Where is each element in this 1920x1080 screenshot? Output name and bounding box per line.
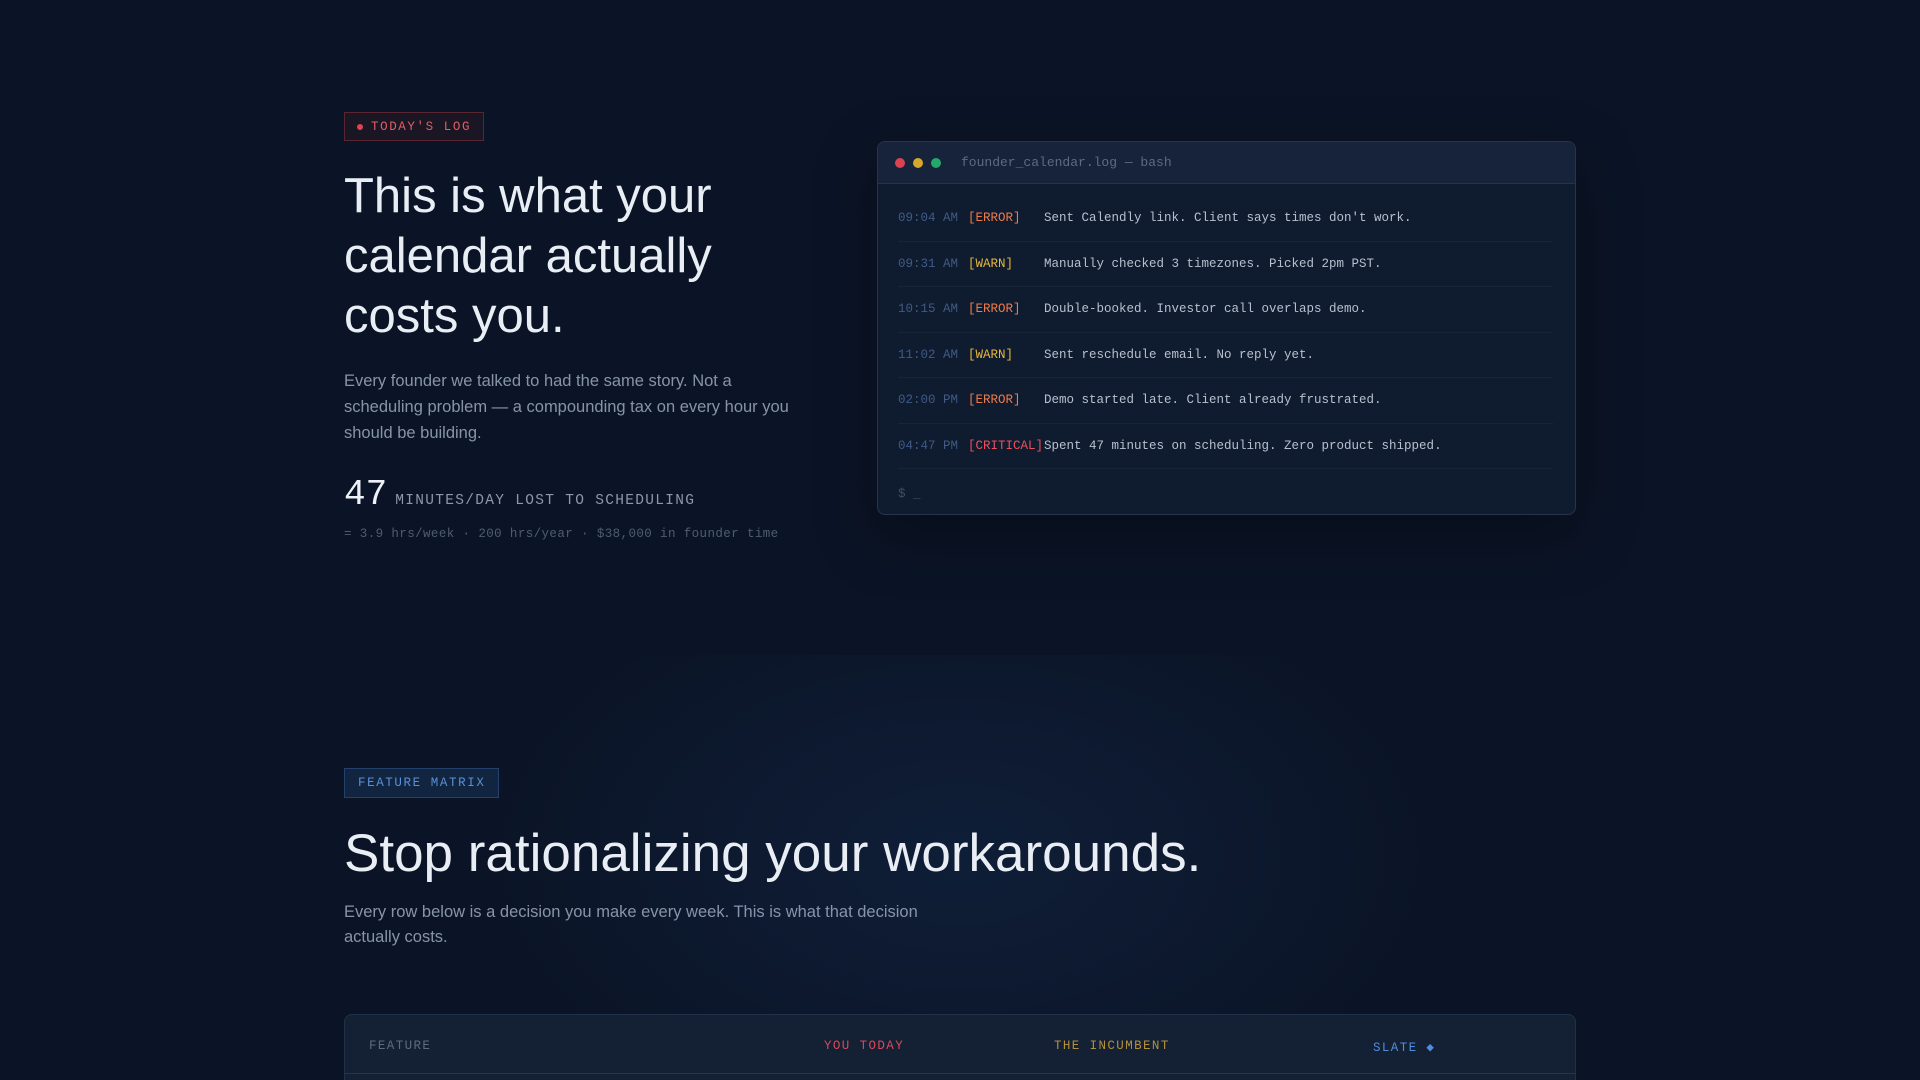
column-header-incumbent: THE INCUMBENT bbox=[1054, 1039, 1170, 1053]
maximize-dot-icon[interactable] bbox=[931, 157, 941, 168]
log-message: Spent 47 minutes on scheduling. Zero pro… bbox=[1044, 438, 1442, 453]
log-level: [ERROR] bbox=[968, 302, 1021, 317]
feature-matrix-description: Every row below is a decision you make e… bbox=[344, 903, 918, 946]
log-line: 11:02 AM [WARN] Sent reschedule email. N… bbox=[898, 333, 1553, 378]
terminal-title: founder_calendar.log — bash bbox=[961, 155, 1172, 170]
log-level: [CRITICAL] bbox=[968, 438, 1044, 453]
todays-log-badge: TODAY'S LOG bbox=[344, 112, 485, 141]
terminal-window: founder_calendar.log — bash 09:04 AM [ER… bbox=[877, 141, 1576, 515]
log-time: 09:04 AM bbox=[898, 211, 959, 226]
log-time: 11:02 AM bbox=[898, 347, 959, 362]
log-time: 04:47 PM bbox=[898, 438, 959, 453]
column-header-slate: SLATE ◆ bbox=[1373, 1041, 1436, 1055]
log-level: [ERROR] bbox=[968, 211, 1021, 226]
minimize-dot-icon[interactable] bbox=[913, 157, 923, 168]
log-message: Sent reschedule email. No reply yet. bbox=[1044, 347, 1315, 362]
log-line: 09:31 AM [WARN] Manually checked 3 timez… bbox=[898, 242, 1553, 287]
log-message: Double-booked. Investor call overlaps de… bbox=[1044, 302, 1367, 317]
column-header-feature: FEATURE bbox=[369, 1039, 432, 1053]
terminal-body: 09:04 AM [ERROR] Sent Calendly link. Cli… bbox=[878, 184, 1575, 501]
log-message: Demo started late. Client already frustr… bbox=[1044, 393, 1382, 408]
log-line: 10:15 AM [ERROR] Double-booked. Investor… bbox=[898, 287, 1553, 333]
log-level: [ERROR] bbox=[968, 393, 1021, 408]
log-line: 09:04 AM [ERROR] Sent Calendly link. Cli… bbox=[898, 196, 1553, 242]
stat-number: 47 bbox=[344, 474, 388, 515]
hero-title: This is what your calendar actually cost… bbox=[344, 169, 712, 343]
terminal-prompt[interactable]: $ _ bbox=[898, 487, 1553, 501]
log-level: [WARN] bbox=[968, 256, 1014, 271]
terminal-titlebar: founder_calendar.log — bash bbox=[878, 142, 1575, 184]
log-time: 09:31 AM bbox=[898, 256, 959, 271]
log-time: 10:15 AM bbox=[898, 302, 959, 317]
todays-log-label: TODAY'S LOG bbox=[371, 119, 472, 134]
log-line: 04:47 PM [CRITICAL] Spent 47 minutes on … bbox=[898, 424, 1553, 469]
status-dot-icon bbox=[357, 123, 363, 130]
stat-subtext: = 3.9 hrs/week · 200 hrs/year · $38,000 … bbox=[344, 527, 779, 541]
log-time: 02:00 PM bbox=[898, 393, 959, 408]
stat-label: MINUTES/DAY LOST TO SCHEDULING bbox=[395, 493, 696, 509]
log-level: [WARN] bbox=[968, 347, 1014, 362]
hero-description: Every founder we talked to had the same … bbox=[344, 372, 789, 442]
feature-matrix-title: Stop rationalizing your workarounds. bbox=[344, 824, 1202, 883]
log-line: 02:00 PM [ERROR] Demo started late. Clie… bbox=[898, 378, 1553, 424]
stat-row: 47 MINUTES/DAY LOST TO SCHEDULING bbox=[344, 474, 695, 515]
table-header-row: FEATURE YOU TODAY THE INCUMBENT SLATE ◆ bbox=[345, 1015, 1575, 1074]
log-message: Manually checked 3 timezones. Picked 2pm… bbox=[1044, 256, 1382, 271]
feature-matrix-badge: FEATURE MATRIX bbox=[344, 768, 500, 798]
column-header-you-today: YOU TODAY bbox=[824, 1039, 905, 1053]
feature-matrix-table: FEATURE YOU TODAY THE INCUMBENT SLATE ◆ bbox=[344, 1014, 1576, 1080]
close-dot-icon[interactable] bbox=[895, 157, 905, 168]
log-message: Sent Calendly link. Client says times do… bbox=[1044, 211, 1412, 226]
